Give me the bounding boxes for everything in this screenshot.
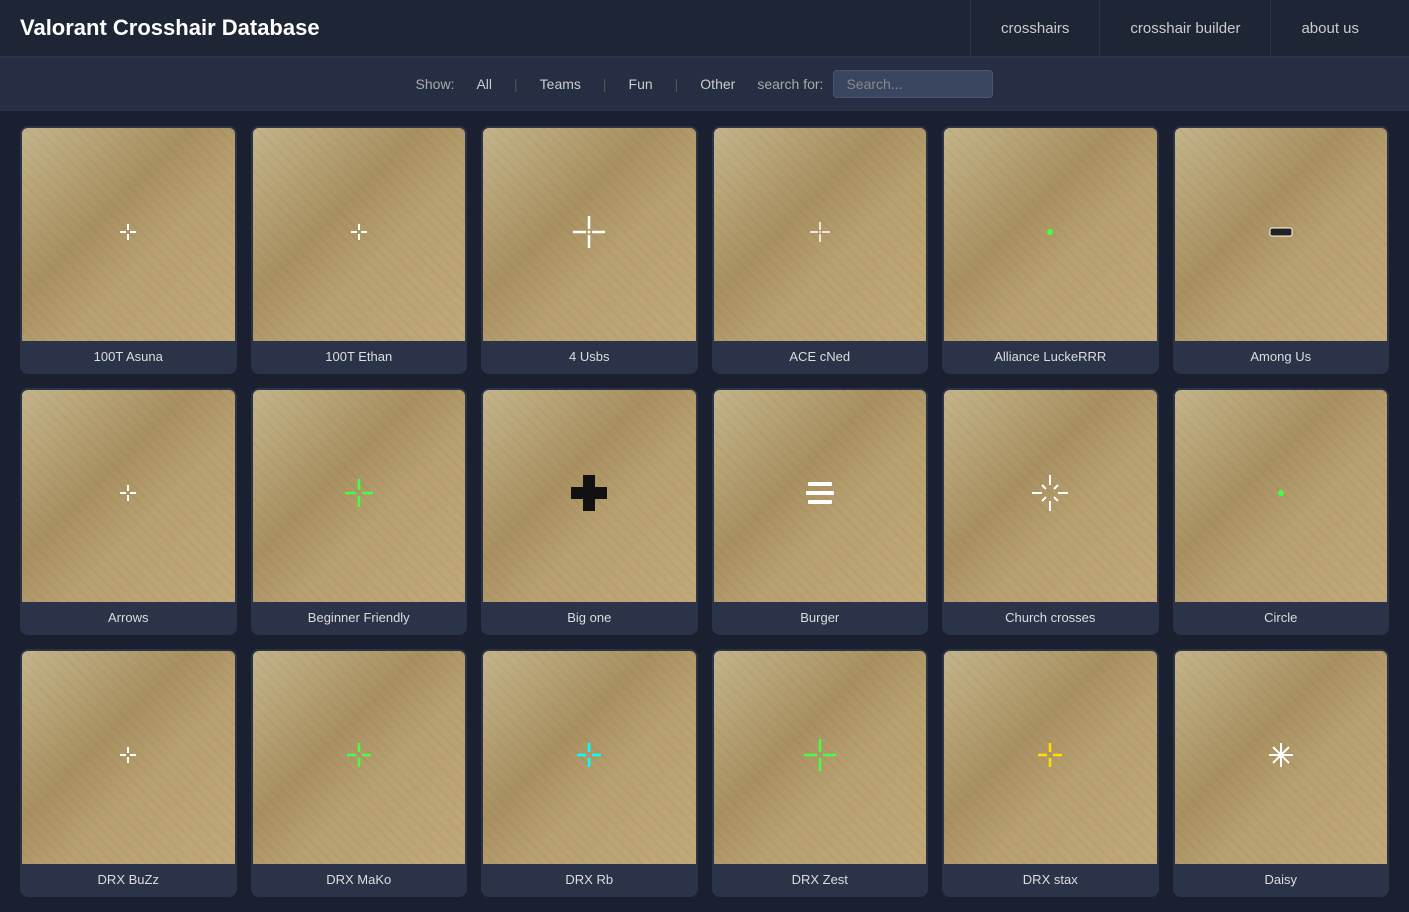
nav-crosshair-builder[interactable]: crosshair builder bbox=[1099, 0, 1270, 56]
crosshair-beginner-friendly bbox=[341, 475, 377, 516]
card-circle[interactable]: Circle bbox=[1173, 388, 1390, 636]
card-burger[interactable]: Burger bbox=[712, 388, 929, 636]
filter-bar: Show: All | Teams | Fun | Other search f… bbox=[0, 58, 1409, 111]
card-label-daisy: Daisy bbox=[1175, 864, 1388, 895]
card-100t-ethan[interactable]: 100T Ethan bbox=[251, 126, 468, 374]
crosshair-drx-stax bbox=[1032, 737, 1068, 778]
filter-fun[interactable]: Fun bbox=[617, 72, 665, 96]
nav-crosshairs[interactable]: crosshairs bbox=[970, 0, 1099, 56]
card-image-daisy bbox=[1175, 651, 1388, 864]
card-image-drx-rb bbox=[483, 651, 696, 864]
card-image-ace-cned bbox=[714, 128, 927, 341]
card-label-100t-asuna: 100T Asuna bbox=[22, 341, 235, 372]
card-drx-buzz[interactable]: DRX BuZz bbox=[20, 649, 237, 897]
crosshair-grid: 100T Asuna 100T Ethan 4 Usbs ACE cNed Al bbox=[0, 111, 1409, 912]
crosshair-burger bbox=[802, 479, 838, 512]
card-beginner-friendly[interactable]: Beginner Friendly bbox=[251, 388, 468, 636]
card-label-drx-zest: DRX Zest bbox=[714, 864, 927, 895]
card-drx-rb[interactable]: DRX Rb bbox=[481, 649, 698, 897]
card-label-drx-stax: DRX stax bbox=[944, 864, 1157, 895]
crosshair-daisy bbox=[1263, 737, 1299, 778]
search-input[interactable] bbox=[833, 70, 993, 98]
card-label-drx-rb: DRX Rb bbox=[483, 864, 696, 895]
crosshair-ace-cned bbox=[804, 216, 836, 253]
card-image-burger bbox=[714, 390, 927, 603]
crosshair-100t-asuna bbox=[112, 216, 144, 253]
show-label: Show: bbox=[416, 76, 455, 92]
site-title: Valorant Crosshair Database bbox=[20, 15, 320, 41]
card-label-church-crosses: Church crosses bbox=[944, 602, 1157, 633]
card-image-100t-ethan bbox=[253, 128, 466, 341]
card-label-drx-buzz: DRX BuZz bbox=[22, 864, 235, 895]
crosshair-100t-ethan bbox=[343, 216, 375, 253]
card-image-drx-stax bbox=[944, 651, 1157, 864]
card-label-among-us: Among Us bbox=[1175, 341, 1388, 372]
crosshair-alliance-luckerrr bbox=[1040, 222, 1060, 247]
card-ace-cned[interactable]: ACE cNed bbox=[712, 126, 929, 374]
card-daisy[interactable]: Daisy bbox=[1173, 649, 1390, 897]
filter-other[interactable]: Other bbox=[688, 72, 747, 96]
card-image-alliance-luckerrr bbox=[944, 128, 1157, 341]
crosshair-big-one bbox=[567, 471, 611, 520]
card-label-arrows: Arrows bbox=[22, 602, 235, 633]
header: Valorant Crosshair Database crosshairs c… bbox=[0, 0, 1409, 58]
card-4-usbs[interactable]: 4 Usbs bbox=[481, 126, 698, 374]
card-label-burger: Burger bbox=[714, 602, 927, 633]
crosshair-church-crosses bbox=[1028, 471, 1072, 520]
card-drx-stax[interactable]: DRX stax bbox=[942, 649, 1159, 897]
crosshair-drx-rb bbox=[571, 737, 607, 778]
crosshair-drx-mako bbox=[341, 737, 377, 778]
card-arrows[interactable]: Arrows bbox=[20, 388, 237, 636]
card-label-circle: Circle bbox=[1175, 602, 1388, 633]
card-image-beginner-friendly bbox=[253, 390, 466, 603]
crosshair-circle bbox=[1267, 479, 1295, 512]
header-nav: crosshairs crosshair builder about us bbox=[970, 0, 1389, 56]
card-label-4-usbs: 4 Usbs bbox=[483, 341, 696, 372]
card-drx-mako[interactable]: DRX MaKo bbox=[251, 649, 468, 897]
card-label-alliance-luckerrr: Alliance LuckeRRR bbox=[944, 341, 1157, 372]
crosshair-arrows bbox=[112, 477, 144, 514]
crosshair-among-us bbox=[1266, 222, 1296, 247]
card-100t-asuna[interactable]: 100T Asuna bbox=[20, 126, 237, 374]
card-image-arrows bbox=[22, 390, 235, 603]
nav-about-us[interactable]: about us bbox=[1270, 0, 1389, 56]
card-image-100t-asuna bbox=[22, 128, 235, 341]
card-drx-zest[interactable]: DRX Zest bbox=[712, 649, 929, 897]
card-image-drx-buzz bbox=[22, 651, 235, 864]
card-image-4-usbs bbox=[483, 128, 696, 341]
filter-teams[interactable]: Teams bbox=[528, 72, 593, 96]
card-image-drx-zest bbox=[714, 651, 927, 864]
card-big-one[interactable]: Big one bbox=[481, 388, 698, 636]
card-label-beginner-friendly: Beginner Friendly bbox=[253, 602, 466, 633]
card-image-church-crosses bbox=[944, 390, 1157, 603]
search-label: search for: bbox=[757, 76, 823, 92]
card-label-drx-mako: DRX MaKo bbox=[253, 864, 466, 895]
card-label-100t-ethan: 100T Ethan bbox=[253, 341, 466, 372]
card-image-drx-mako bbox=[253, 651, 466, 864]
card-among-us[interactable]: Among Us bbox=[1173, 126, 1390, 374]
card-label-ace-cned: ACE cNed bbox=[714, 341, 927, 372]
crosshair-drx-zest bbox=[800, 735, 840, 780]
card-alliance-luckerrr[interactable]: Alliance LuckeRRR bbox=[942, 126, 1159, 374]
filter-all[interactable]: All bbox=[464, 72, 504, 96]
card-image-circle bbox=[1175, 390, 1388, 603]
crosshair-4-usbs bbox=[569, 212, 609, 257]
card-image-big-one bbox=[483, 390, 696, 603]
card-label-big-one: Big one bbox=[483, 602, 696, 633]
crosshair-drx-buzz bbox=[112, 739, 144, 776]
card-image-among-us bbox=[1175, 128, 1388, 341]
card-church-crosses[interactable]: Church crosses bbox=[942, 388, 1159, 636]
